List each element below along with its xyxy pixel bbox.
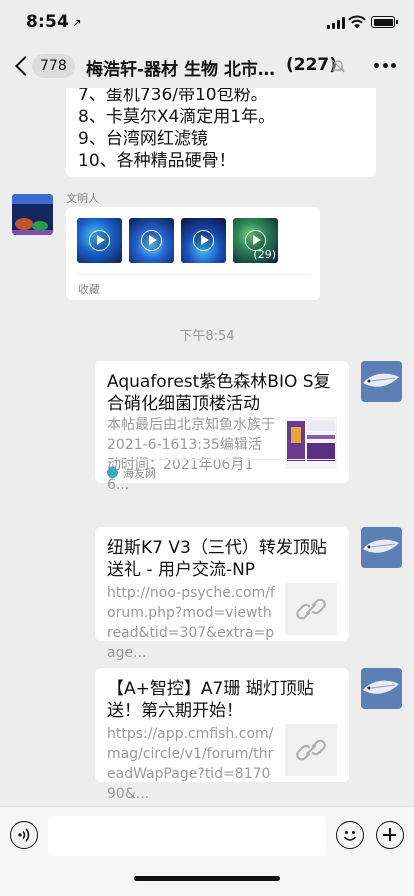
- chat-scroll-area[interactable]: 7、蛋机736/带10包粉。 8、卡莫尔X4滴定用1年。 9、台湾网红滤镜 10…: [0, 88, 414, 806]
- favorites-label: 收藏: [78, 283, 100, 296]
- media-count: (29): [253, 248, 276, 261]
- video-thumbnail[interactable]: [129, 218, 174, 263]
- clock-text: 8:54: [26, 12, 70, 32]
- emoji-button[interactable]: [336, 821, 364, 849]
- message-line: 10、各种精品硬骨！: [78, 151, 236, 171]
- link-card-url: http://noo-psyche.com/forum.php?mod=view…: [107, 585, 275, 661]
- message-line: 9、台湾网红滤镜: [78, 129, 208, 149]
- home-indicator: [134, 876, 280, 881]
- link-thumbnail: [285, 583, 337, 635]
- coral-tank-avatar-image: [12, 194, 53, 235]
- link-card-title: 纽斯K7 V3（三代）转发顶贴送礼 - 用户交流-NP: [107, 538, 327, 580]
- video-thumbnail[interactable]: [181, 218, 226, 263]
- avatar[interactable]: [361, 361, 402, 402]
- battery-icon: [371, 16, 398, 28]
- wifi-icon: [348, 15, 366, 29]
- favorites-media-card[interactable]: (29) 收藏: [66, 207, 320, 300]
- message-input[interactable]: [48, 816, 326, 856]
- message-line: 7、蛋机736/带10包粉。: [78, 88, 268, 105]
- fish-avatar-image: [361, 527, 402, 568]
- fish-avatar-image: [361, 361, 402, 402]
- link-card[interactable]: Aquaforest紫色森林BIO S复合硝化细菌顶楼活动 本帖最后由北京知鱼水…: [95, 361, 349, 493]
- fish-avatar-image: [361, 668, 402, 709]
- play-icon: [193, 230, 214, 251]
- link-card-url: https://app.cmfish.com/mag/circle/v1/for…: [107, 726, 274, 802]
- chat-header: 778 梅浩轩-器材 生物 北市… (227): [0, 44, 414, 88]
- avatar[interactable]: [12, 194, 53, 235]
- link-thumbnail: [285, 724, 337, 776]
- link-card[interactable]: 纽斯K7 V3（三代）转发顶贴送礼 - 用户交流-NP http://noo-p…: [95, 527, 349, 661]
- more-button[interactable]: [374, 63, 396, 69]
- mute-bell-icon: [331, 59, 345, 73]
- message-line: 8、卡莫尔X4滴定用1年。: [78, 107, 276, 127]
- link-card-description: 本帖最后由北京知鱼水族于2021-6-1613:35编辑活动时间：2021年06…: [107, 417, 275, 493]
- more-dots-icon: [374, 63, 379, 68]
- sender-name: 文明人: [66, 192, 99, 205]
- source-logo-icon: [107, 467, 118, 478]
- divider: [77, 274, 309, 275]
- voice-button[interactable]: [10, 821, 38, 849]
- link-card-source: 海友网: [123, 467, 156, 480]
- avatar[interactable]: [361, 527, 402, 568]
- play-icon: [141, 230, 162, 251]
- message-input-bar: [0, 806, 414, 896]
- link-card-title: 【A+智控】A7珊 瑚灯顶贴送！第六期开始！: [107, 679, 314, 721]
- article-thumbnail: [285, 417, 337, 469]
- link-card[interactable]: 【A+智控】A7珊 瑚灯顶贴送！第六期开始！ https://app.cmfis…: [95, 668, 349, 802]
- divider: [106, 459, 338, 460]
- emoji-icon: [343, 831, 357, 841]
- link-card-title: Aquaforest紫色森林BIO S复合硝化细菌顶楼活动: [107, 372, 331, 414]
- member-count: (227): [286, 55, 338, 75]
- location-icon: ↗: [72, 17, 82, 30]
- avatar[interactable]: [361, 668, 402, 709]
- product-image: [285, 417, 337, 469]
- text-message-bubble[interactable]: 7、蛋机736/带10包粉。 8、卡莫尔X4滴定用1年。 9、台湾网红滤镜 10…: [66, 88, 376, 177]
- unread-badge[interactable]: 778: [32, 54, 75, 78]
- status-time: 8:54 ↗: [26, 12, 82, 32]
- plus-button[interactable]: [376, 821, 404, 849]
- play-icon: [89, 230, 110, 251]
- status-bar: 8:54 ↗: [0, 0, 414, 44]
- message-timestamp: 下午8:54: [179, 329, 235, 344]
- link-icon: [296, 739, 326, 761]
- link-icon: [296, 598, 326, 620]
- cellular-signal-icon: [327, 17, 345, 29]
- video-thumbnail[interactable]: (29): [233, 218, 278, 263]
- voice-icon: [18, 828, 30, 842]
- video-thumbnail[interactable]: [77, 218, 122, 263]
